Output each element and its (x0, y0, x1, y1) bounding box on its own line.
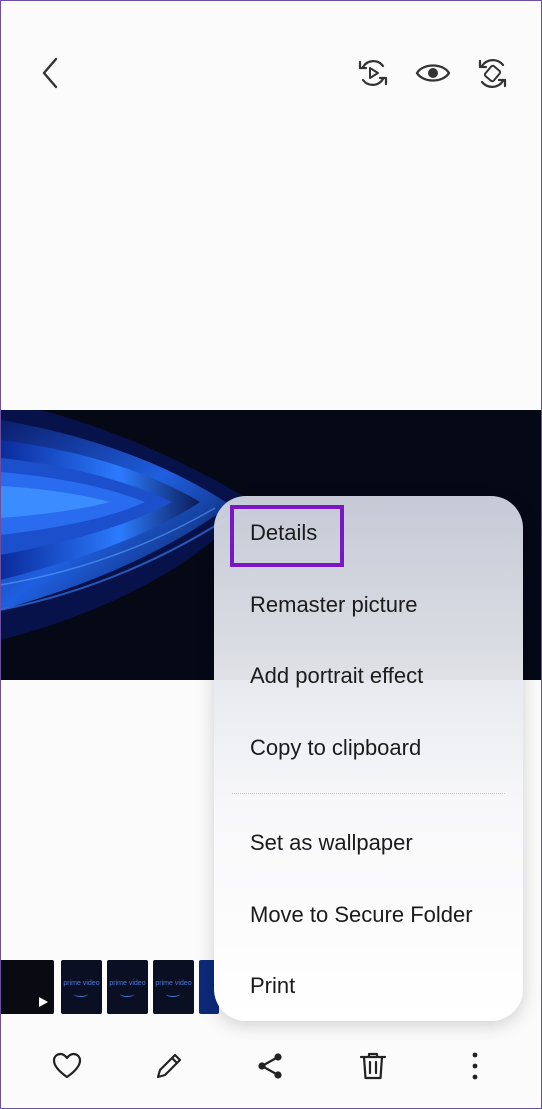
prime-smile-icon (120, 991, 134, 997)
menu-item-add-portrait-effect[interactable]: Add portrait effect (250, 662, 423, 690)
heart-icon[interactable] (51, 1050, 83, 1082)
context-menu: Details Remaster picture Add portrait ef… (214, 496, 523, 1021)
more-vertical-icon[interactable] (465, 1050, 485, 1082)
eye-icon[interactable] (415, 58, 451, 88)
prime-smile-icon (166, 991, 180, 997)
share-icon[interactable] (254, 1050, 286, 1082)
thumbnail[interactable]: prime video (153, 960, 194, 1014)
chevron-left-icon[interactable] (36, 56, 66, 90)
trash-icon[interactable] (357, 1050, 389, 1082)
auto-rotate-icon[interactable] (476, 57, 509, 90)
menu-divider (232, 793, 505, 794)
thumbnail-label: prime video (155, 980, 192, 987)
menu-item-copy-to-clipboard[interactable]: Copy to clipboard (250, 734, 421, 762)
menu-item-move-to-secure-folder[interactable]: Move to Secure Folder (250, 901, 473, 929)
play-icon (39, 997, 48, 1007)
remaster-play-icon[interactable] (357, 57, 389, 89)
thumbnail-label: prime video (109, 980, 146, 987)
menu-item-set-as-wallpaper[interactable]: Set as wallpaper (250, 829, 413, 857)
thumbnail[interactable]: prime video (61, 960, 102, 1014)
prime-smile-icon (74, 991, 88, 997)
menu-item-print[interactable]: Print (250, 972, 295, 1000)
pencil-icon[interactable] (153, 1050, 185, 1082)
thumbnail[interactable]: prime video (107, 960, 148, 1014)
menu-item-remaster-picture[interactable]: Remaster picture (250, 591, 418, 619)
thumbnail-label: prime video (63, 980, 100, 987)
menu-item-details[interactable]: Details (250, 519, 317, 547)
thumbnail[interactable] (0, 960, 54, 1014)
